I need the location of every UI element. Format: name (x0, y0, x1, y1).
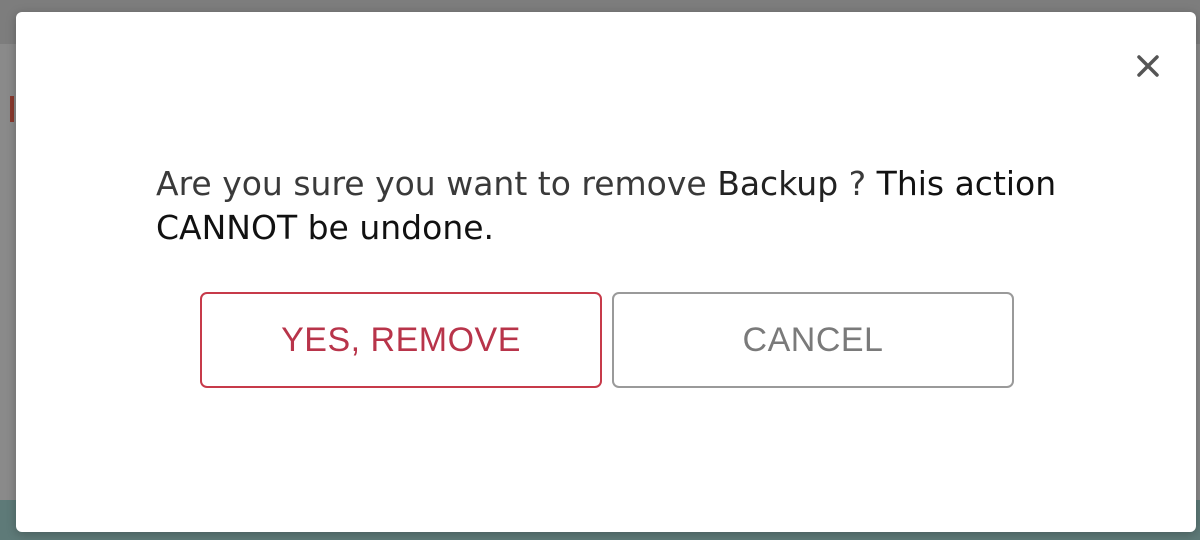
close-icon (1137, 55, 1159, 77)
confirmation-message: Are you sure you want to remove Backup ?… (156, 162, 1116, 250)
message-middle: ? (838, 164, 877, 203)
message-prefix: Are you sure you want to remove (156, 164, 718, 203)
background-accent (10, 96, 14, 122)
dialog-actions: YES, REMOVE CANCEL (200, 292, 1014, 388)
yes-remove-button[interactable]: YES, REMOVE (200, 292, 602, 388)
item-name: Backup (717, 164, 839, 203)
confirm-remove-dialog: Are you sure you want to remove Backup ?… (16, 12, 1196, 532)
close-button[interactable] (1130, 48, 1166, 84)
cancel-button[interactable]: CANCEL (612, 292, 1014, 388)
